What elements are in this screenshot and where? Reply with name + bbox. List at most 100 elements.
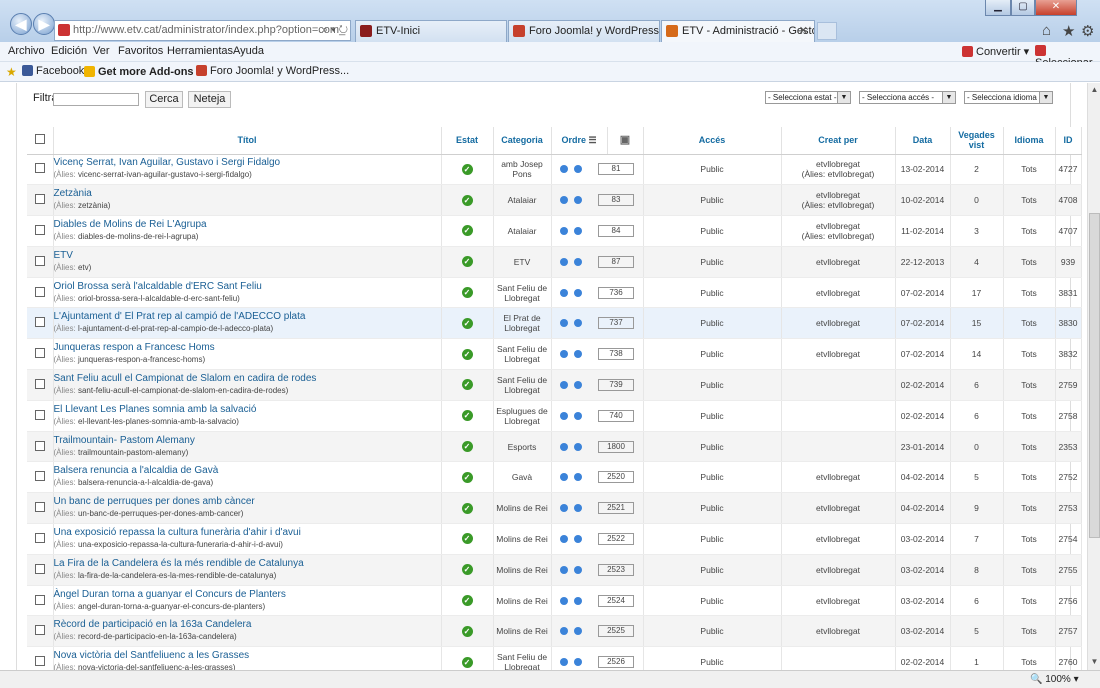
author-name[interactable]: etvllobregat — [782, 596, 895, 606]
clear-button[interactable]: Neteja — [188, 91, 231, 108]
move-down-icon[interactable] — [574, 504, 582, 513]
move-down-icon[interactable] — [574, 534, 582, 543]
row-checkbox[interactable] — [34, 594, 45, 605]
header-category[interactable]: Categoria — [493, 127, 552, 155]
favorites-star-icon[interactable]: ★ — [1062, 22, 1075, 40]
published-check-icon[interactable]: ✓ — [461, 317, 473, 329]
favorite-foro-joomla[interactable]: Foro Joomla! y WordPress... — [196, 65, 349, 77]
author-name[interactable]: etvllobregat — [782, 221, 895, 231]
move-down-icon[interactable] — [574, 565, 582, 574]
author-name[interactable]: etvllobregat — [782, 534, 895, 544]
article-title-link[interactable]: Una exposició repassa la cultura funeràr… — [54, 527, 441, 539]
order-input[interactable]: 2526 — [598, 656, 634, 669]
close-window-button[interactable]: ✕ — [1035, 0, 1077, 16]
author-name[interactable]: etvllobregat — [782, 190, 895, 200]
header-language[interactable]: Idioma — [1003, 127, 1056, 155]
row-checkbox[interactable] — [34, 317, 45, 328]
order-input[interactable]: 2522 — [598, 532, 634, 545]
order-input[interactable]: 739 — [598, 378, 634, 391]
move-up-icon[interactable] — [560, 442, 568, 451]
author-name[interactable]: etvllobregat — [782, 257, 895, 267]
article-title-link[interactable]: Un banc de perruques per dones amb cànce… — [54, 496, 441, 508]
row-checkbox[interactable] — [34, 194, 45, 205]
author-name[interactable]: etvllobregat — [782, 349, 895, 359]
close-tab-icon[interactable]: ✕ — [799, 21, 808, 41]
row-checkbox[interactable] — [34, 348, 45, 359]
move-up-icon[interactable] — [560, 534, 568, 543]
save-order-icon[interactable]: ▣ — [620, 134, 630, 146]
back-button[interactable]: ◀ — [10, 13, 32, 35]
article-title-link[interactable]: Sant Feliu acull el Campionat de Slalom … — [54, 373, 441, 385]
row-checkbox[interactable] — [34, 502, 45, 513]
published-check-icon[interactable]: ✓ — [461, 441, 473, 453]
published-check-icon[interactable]: ✓ — [461, 287, 473, 299]
zoom-level[interactable]: 🔍 100% ▾ — [1030, 674, 1079, 685]
published-check-icon[interactable]: ✓ — [461, 656, 473, 668]
row-checkbox[interactable] — [34, 224, 45, 235]
published-check-icon[interactable]: ✓ — [461, 348, 473, 360]
row-checkbox[interactable] — [34, 440, 45, 451]
move-up-icon[interactable] — [560, 565, 568, 574]
move-down-icon[interactable] — [574, 226, 582, 235]
tab-etv-administracio[interactable]: ETV - Administració - Gesto... ✕ — [661, 20, 815, 42]
order-input[interactable]: 83 — [598, 194, 634, 207]
row-checkbox[interactable] — [34, 255, 45, 266]
published-check-icon[interactable]: ✓ — [461, 194, 473, 206]
home-icon[interactable]: ⌂ — [1042, 22, 1051, 39]
menu-favoritos[interactable]: Favoritos — [118, 45, 163, 57]
access-select[interactable]: - Selecciona accés - ▼ — [859, 91, 956, 104]
address-tools-icon[interactable]: ⌕ ▾ ↻ — [322, 21, 348, 40]
new-tab-button[interactable] — [817, 22, 837, 40]
scroll-down-icon[interactable]: ▼ — [1088, 657, 1100, 666]
favorite-get-addons[interactable]: Get more Add-ons ▾ — [84, 65, 202, 78]
published-check-icon[interactable]: ✓ — [461, 163, 473, 175]
published-check-icon[interactable]: ✓ — [461, 379, 473, 391]
author-name[interactable]: etvllobregat — [782, 565, 895, 575]
article-title-link[interactable]: La Fira de la Candelera és la més rendib… — [54, 558, 441, 570]
tab-etv-inici[interactable]: ETV-Inici — [355, 20, 507, 42]
row-checkbox[interactable] — [34, 532, 45, 543]
header-created-by[interactable]: Creat per — [781, 127, 896, 155]
published-check-icon[interactable]: ✓ — [461, 225, 473, 237]
order-input[interactable]: 2524 — [598, 594, 634, 607]
convert-menu[interactable]: Convertir ▾ — [962, 45, 1029, 58]
move-up-icon[interactable] — [560, 411, 568, 420]
row-checkbox[interactable] — [34, 163, 45, 174]
move-up-icon[interactable] — [560, 288, 568, 297]
header-access[interactable]: Accés — [643, 127, 782, 155]
address-bar[interactable]: http://www.etv.cat/administrator/index.p… — [54, 20, 351, 41]
minimize-button[interactable]: ▁ — [985, 0, 1011, 16]
header-views[interactable]: Vegades vist — [950, 127, 1004, 155]
article-title-link[interactable]: Oriol Brossa serà l'alcaldable d'ERC San… — [54, 281, 441, 293]
move-down-icon[interactable] — [574, 350, 582, 359]
menu-ver[interactable]: Ver — [93, 45, 110, 57]
published-check-icon[interactable]: ✓ — [461, 625, 473, 637]
row-checkbox[interactable] — [34, 286, 45, 297]
published-check-icon[interactable]: ✓ — [461, 471, 473, 483]
move-down-icon[interactable] — [574, 165, 582, 174]
row-checkbox[interactable] — [34, 563, 45, 574]
tab-foro-joomla[interactable]: Foro Joomla! y WordPress :: Re... — [508, 20, 660, 42]
move-up-icon[interactable] — [560, 257, 568, 266]
language-select[interactable]: - Selecciona idioma - ▼ — [964, 91, 1053, 104]
published-check-icon[interactable]: ✓ — [461, 533, 473, 545]
author-name[interactable]: etvllobregat — [782, 626, 895, 636]
order-input[interactable]: 2520 — [598, 471, 634, 484]
article-title-link[interactable]: ETV — [54, 250, 441, 262]
order-input[interactable]: 740 — [598, 409, 634, 422]
row-checkbox[interactable] — [34, 625, 45, 636]
move-down-icon[interactable] — [574, 596, 582, 605]
order-input[interactable]: 737 — [598, 317, 634, 330]
menu-ayuda[interactable]: Ayuda — [233, 45, 264, 57]
move-down-icon[interactable] — [574, 196, 582, 205]
published-check-icon[interactable]: ✓ — [461, 595, 473, 607]
move-down-icon[interactable] — [574, 380, 582, 389]
article-title-link[interactable]: Rècord de participació en la 163a Candel… — [54, 619, 441, 631]
header-title[interactable]: Títol — [53, 127, 442, 155]
article-title-link[interactable]: Diables de Molins de Rei L'Agrupa — [54, 219, 441, 231]
state-select[interactable]: - Selecciona estat - ▼ — [765, 91, 851, 104]
forward-button[interactable]: ▶ — [33, 13, 55, 35]
move-down-icon[interactable] — [574, 257, 582, 266]
scrollbar-thumb[interactable] — [1089, 213, 1100, 538]
row-checkbox[interactable] — [34, 378, 45, 389]
